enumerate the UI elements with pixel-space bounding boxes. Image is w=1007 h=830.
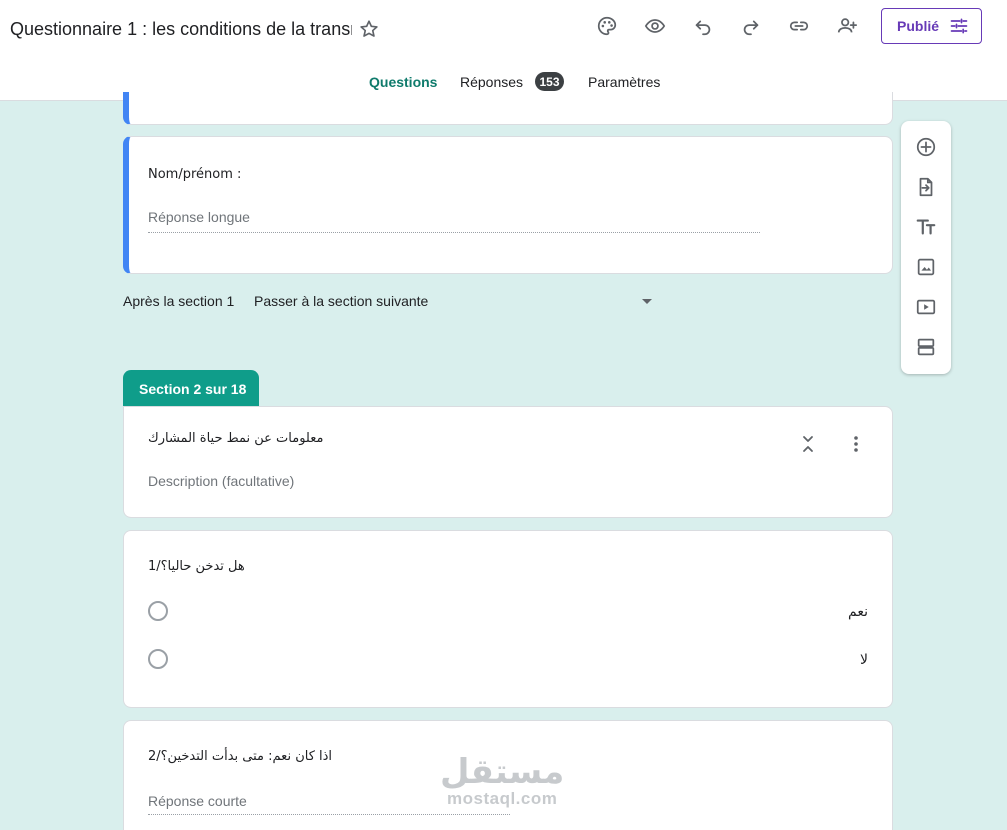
- add-title-icon[interactable]: [914, 215, 938, 239]
- add-image-icon[interactable]: [914, 255, 938, 279]
- responses-count-badge: 153: [535, 72, 564, 91]
- form-title[interactable]: Questionnaire 1 : les conditions de la t…: [10, 19, 352, 40]
- watermark-arabic: مستقل: [440, 753, 565, 791]
- add-section-icon[interactable]: [914, 335, 938, 359]
- more-options-icon[interactable]: [846, 434, 866, 454]
- chevron-down-icon[interactable]: [642, 299, 652, 304]
- section-description[interactable]: Description (facultative): [148, 473, 294, 489]
- add-person-icon[interactable]: [835, 14, 859, 38]
- eye-icon[interactable]: [643, 14, 667, 38]
- option-label-yes: نعم: [848, 603, 868, 619]
- undo-icon[interactable]: [691, 14, 715, 38]
- long-answer-placeholder: Réponse longue: [148, 209, 250, 225]
- tab-responses[interactable]: Réponses: [460, 74, 523, 90]
- collapse-icon[interactable]: [798, 434, 818, 454]
- question-title[interactable]: Nom/prénom :: [148, 167, 241, 182]
- publish-label: Publié: [897, 18, 940, 34]
- option-label-no: لا: [860, 651, 868, 667]
- question-card-name[interactable]: Nom/prénom : Réponse longue: [123, 136, 893, 274]
- redo-icon[interactable]: [739, 14, 763, 38]
- radio-option-yes[interactable]: [148, 601, 168, 621]
- section2-header-card[interactable]: معلومات عن نمط حياة المشارك Description …: [123, 406, 893, 518]
- tab-settings[interactable]: Paramètres: [588, 74, 660, 90]
- after-section-select[interactable]: Passer à la section suivante: [254, 293, 428, 309]
- palette-icon[interactable]: [595, 14, 619, 38]
- star-icon[interactable]: [358, 18, 380, 40]
- tune-icon: [949, 16, 969, 36]
- import-questions-icon[interactable]: [914, 175, 938, 199]
- side-toolbar: [901, 121, 951, 374]
- section-title[interactable]: معلومات عن نمط حياة المشارك: [148, 431, 323, 446]
- top-header: Questionnaire 1 : les conditions de la t…: [0, 0, 1007, 101]
- after-section-label: Après la section 1: [123, 293, 235, 309]
- answer-line: [148, 814, 510, 815]
- answer-line: [148, 232, 760, 233]
- section-tag: Section 2 sur 18: [123, 370, 259, 408]
- question-card-1[interactable]: هل تدخن حاليا؟/1 نعم لا: [123, 530, 893, 708]
- watermark-latin: mostaql.com: [447, 789, 558, 808]
- question-title[interactable]: اذا كان نعم: متى بدأت التدخين؟/2: [148, 749, 332, 764]
- question-title[interactable]: هل تدخن حاليا؟/1: [148, 559, 245, 574]
- radio-option-no[interactable]: [148, 649, 168, 669]
- short-answer-placeholder: Réponse courte: [148, 793, 247, 809]
- publish-button[interactable]: Publié: [881, 8, 982, 44]
- link-icon[interactable]: [787, 14, 811, 38]
- add-video-icon[interactable]: [914, 295, 938, 319]
- watermark-logo: مستقل mostaql.com: [440, 755, 564, 809]
- tab-questions[interactable]: Questions: [369, 74, 437, 90]
- add-question-icon[interactable]: [914, 135, 938, 159]
- section1-header-card[interactable]: [123, 92, 893, 125]
